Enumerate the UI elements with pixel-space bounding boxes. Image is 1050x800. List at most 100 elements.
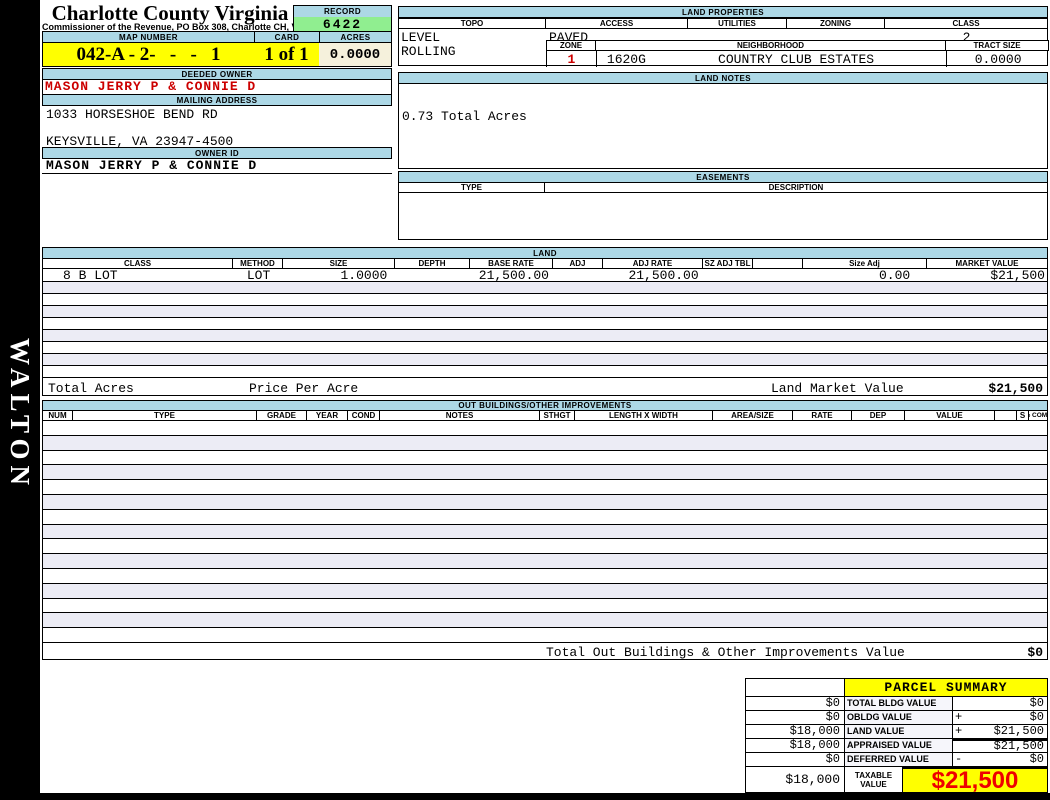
price-per-acre-label: Price Per Acre [249, 381, 359, 396]
land-base-rate-value: 21,500.00 [478, 269, 549, 281]
easements-columns: TYPE DESCRIPTION [398, 182, 1048, 193]
summary-right-value: $21,500 [993, 739, 1044, 753]
card-value: 1 of 1 [254, 42, 320, 67]
neighborhood-code: 1620G [606, 51, 646, 67]
neighborhood-name: COUNTRY CLUB ESTATES [718, 51, 875, 67]
land-blank-value [753, 269, 803, 281]
empty-row [43, 282, 1047, 294]
empty-row [43, 628, 1047, 643]
empty-row [43, 569, 1047, 584]
summary-row-taxable: $18,000 TAXABLE VALUE $21,500 [745, 767, 1048, 793]
land-market-value: $21,500 [990, 269, 1045, 281]
land-table-row: 8 B LOT LOT 1.0000 21,500.00 21,500.00 0… [42, 269, 1048, 282]
out-buildings-totals-row: Total Out Buildings & Other Improvements… [42, 643, 1048, 660]
sidebar-watermark: WALTON [5, 338, 35, 492]
empty-row [43, 510, 1047, 525]
summary-op: + [955, 725, 963, 738]
col-land-depth: DEPTH [395, 258, 470, 269]
empty-row [43, 480, 1047, 495]
summary-label: APPRAISED VALUE [845, 739, 953, 753]
neighborhood-cell: 1620G COUNTRY CLUB ESTATES [597, 51, 946, 67]
empty-row [43, 465, 1047, 481]
empty-row [43, 539, 1047, 555]
col-ob-value: VALUE [905, 410, 995, 421]
land-size-adj-value: 0.00 [879, 269, 911, 281]
empty-row [43, 554, 1047, 569]
parcel-summary-spacer [745, 678, 845, 697]
taxable-value: $21,500 [931, 767, 1019, 793]
taxable-label: TAXABLE VALUE [845, 767, 903, 793]
col-ob-type: TYPE [73, 410, 257, 421]
empty-row [43, 318, 1047, 330]
col-ob-num: NUM [42, 410, 73, 421]
summary-row-appraised: $18,000 APPRAISED VALUE $21,500 [745, 739, 1048, 753]
col-ob-length-width: LENGTH X WIDTH [575, 410, 713, 421]
col-zoning: ZONING [787, 18, 885, 29]
land-adj-rate-value: 21,500.00 [628, 269, 699, 281]
owner-id-value: MASON JERRY P & CONNIE D [42, 158, 392, 174]
land-method-value: LOT [246, 269, 271, 281]
col-ob-area-size: AREA/SIZE [713, 410, 793, 421]
summary-right-cell: - $0 [953, 753, 1048, 767]
col-ob-pct-comp: % COMP [1029, 410, 1048, 421]
empty-row [43, 342, 1047, 354]
summary-op [953, 741, 967, 752]
land-table-empty-rows [42, 282, 1048, 378]
mailing-address-block: 1033 HORSESHOE BEND RD KEYSVILLE, VA 239… [42, 105, 392, 149]
acres-value: 0.0000 [319, 42, 392, 67]
land-class-value: 8 B LOT [63, 269, 118, 281]
land-table-columns: CLASS METHOD SIZE DEPTH BASE RATE ADJ AD… [42, 258, 1048, 269]
summary-op: - [955, 753, 963, 766]
empty-row [43, 583, 1047, 599]
col-easement-type: TYPE [398, 182, 545, 193]
summary-right-value: $0 [1029, 711, 1044, 724]
taxable-left-value: $18,000 [745, 767, 845, 793]
empty-row [43, 306, 1047, 318]
land-adj-value [553, 269, 603, 281]
col-neighborhood: NEIGHBORHOOD [596, 40, 946, 51]
topo-value-1: LEVEL [401, 30, 441, 45]
summary-right-cell: + $0 [953, 711, 1048, 725]
land-market-value-label: Land Market Value [771, 381, 904, 396]
summary-left-value: $0 [745, 753, 845, 767]
parcel-summary: PARCEL SUMMARY $0 TOTAL BLDG VALUE $0 $0… [745, 678, 1048, 793]
summary-row-deferred: $0 DEFERRED VALUE - $0 [745, 753, 1048, 767]
col-land-adj: ADJ [553, 258, 603, 269]
land-properties-header: LAND PROPERTIES [398, 6, 1048, 18]
easements-body [398, 193, 1048, 240]
summary-right-value: $21,500 [993, 725, 1044, 738]
land-totals-row: Total Acres Price Per Acre Land Market V… [42, 378, 1048, 396]
zone-columns: ZONE NEIGHBORHOOD TRACT SIZE [546, 40, 1049, 51]
summary-right-value: $0 [1029, 697, 1044, 710]
summary-label: DEFERRED VALUE [845, 753, 953, 767]
land-properties-columns: TOPO ACCESS UTILITIES ZONING CLASS [398, 18, 1048, 29]
summary-row-obldg: $0 OBLDG VALUE + $0 [745, 711, 1048, 725]
col-land-adj-rate: ADJ RATE [603, 258, 703, 269]
land-notes-box: 0.73 Total Acres [398, 83, 1048, 169]
col-land-sz-adj-tbl: SZ ADJ TBL [703, 258, 753, 269]
col-ob-sthgt: STHGT [540, 410, 575, 421]
empty-row [43, 435, 1047, 451]
taxable-value-cell: $21,500 [903, 767, 1048, 793]
summary-op [953, 697, 967, 710]
empty-row [43, 330, 1047, 342]
col-ob-rate: RATE [793, 410, 852, 421]
empty-row [43, 421, 1047, 436]
col-easement-description: DESCRIPTION [545, 182, 1048, 193]
summary-left-value: $18,000 [745, 739, 845, 753]
empty-row [43, 451, 1047, 466]
col-class: CLASS [885, 18, 1048, 29]
out-buildings-columns: NUM TYPE GRADE YEAR COND NOTES STHGT LEN… [42, 410, 1048, 421]
topo-value-2: ROLLING [401, 44, 456, 59]
col-ob-blank [995, 410, 1017, 421]
out-buildings-total-label: Total Out Buildings & Other Improvements… [546, 645, 905, 660]
land-notes-text: 0.73 Total Acres [402, 109, 527, 124]
summary-right-cell: $0 [953, 697, 1048, 711]
land-market-value-total: $21,500 [988, 381, 1043, 396]
deeded-owner-value: MASON JERRY P & CONNIE D [42, 79, 392, 95]
summary-label: TOTAL BLDG VALUE [845, 697, 953, 711]
col-access: ACCESS [546, 18, 688, 29]
tract-size-value: 0.0000 [946, 51, 1049, 67]
empty-row [43, 613, 1047, 629]
col-ob-notes: NOTES [380, 410, 540, 421]
